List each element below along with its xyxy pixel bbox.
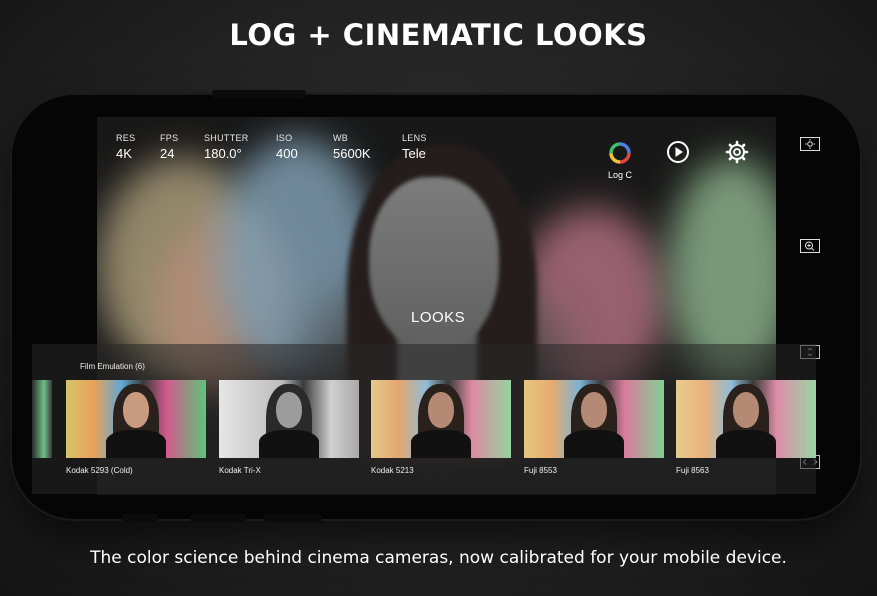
phone-side-button (264, 514, 322, 522)
stat-shutter[interactable]: SHUTTER 180.0° (204, 133, 249, 161)
stat-value: 5600K (333, 146, 371, 161)
stat-label: FPS (160, 133, 179, 143)
phone-side-button (122, 514, 158, 522)
film-thumbnail-fuji-8553[interactable] (524, 380, 664, 458)
film-label: Fuji 8563 (676, 466, 709, 475)
settings-button[interactable] (725, 140, 749, 169)
stat-value: 180.0° (204, 146, 242, 161)
film-thumbnail-kodak-5213[interactable] (371, 380, 511, 458)
film-emulation-title: Film Emulation (6) (80, 362, 145, 371)
stat-label: RES (116, 133, 136, 143)
stat-label: LENS (402, 133, 427, 143)
stat-value: 4K (116, 146, 132, 161)
stat-wb[interactable]: WB 5600K (333, 133, 371, 161)
stat-label: ISO (276, 133, 293, 143)
phone-side-button (190, 514, 246, 522)
gear-icon (725, 140, 749, 164)
stat-value: Tele (402, 146, 426, 161)
stat-lens[interactable]: LENS Tele (402, 133, 427, 161)
film-thumbnail-fuji-8563[interactable] (676, 380, 816, 458)
film-thumbnail-partial[interactable] (32, 380, 52, 458)
stat-fps[interactable]: FPS 24 (160, 133, 178, 161)
play-button[interactable] (666, 140, 690, 169)
looks-label[interactable]: LOOKS (411, 309, 465, 326)
film-label: Kodak Tri-X (219, 466, 261, 475)
film-thumbnail-kodak-5293[interactable] (66, 380, 206, 458)
film-label: Kodak 5293 (Cold) (66, 466, 133, 475)
log-mode-label: Log C (607, 170, 633, 180)
headline: LOG + CINEMATIC LOOKS (229, 18, 648, 52)
stat-iso[interactable]: ISO 400 (276, 133, 298, 161)
stat-label: WB (333, 133, 349, 143)
log-color-button[interactable] (607, 140, 633, 171)
film-thumbnail-kodak-tri-x[interactable] (219, 380, 359, 458)
phone-side-button (212, 90, 306, 98)
stat-value: 400 (276, 146, 298, 161)
play-icon (667, 141, 689, 163)
stat-value: 24 (160, 146, 175, 161)
film-label: Kodak 5213 (371, 466, 414, 475)
film-label: Fuji 8553 (524, 466, 557, 475)
zoom-in-icon[interactable] (800, 239, 820, 253)
stat-res[interactable]: RES 4K (116, 133, 135, 161)
subline: The color science behind cinema cameras,… (90, 548, 787, 568)
stat-label: SHUTTER (204, 133, 249, 143)
color-wheel-icon (609, 142, 631, 164)
exposure-icon[interactable] (800, 137, 820, 151)
